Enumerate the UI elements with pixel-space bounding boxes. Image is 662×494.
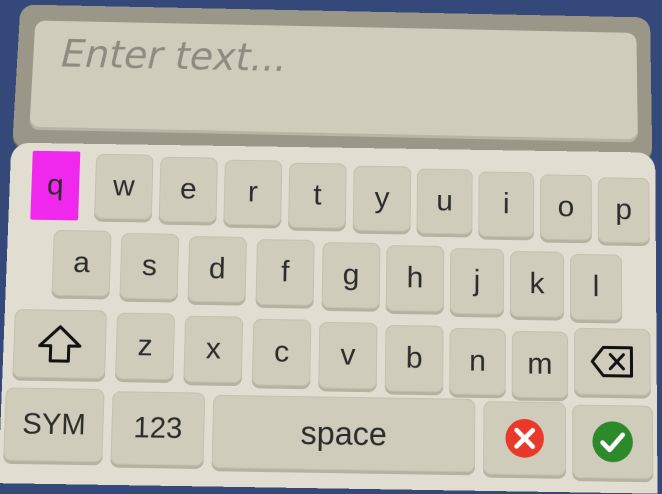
key-k[interactable]: k [510, 251, 564, 318]
text-input[interactable] [58, 31, 618, 88]
key-i[interactable]: i [478, 171, 534, 237]
key-s[interactable]: s [119, 233, 179, 300]
key-label: j [474, 264, 481, 298]
key-label: u [436, 185, 453, 219]
key-v[interactable]: v [318, 322, 377, 389]
key-label: g [343, 258, 360, 292]
key-label: d [209, 252, 226, 286]
key-label: t [313, 179, 322, 213]
backspace-key[interactable] [574, 328, 651, 396]
key-label: h [407, 261, 424, 295]
key-label: i [503, 188, 510, 222]
confirm-key[interactable] [572, 405, 653, 480]
key-label: a [73, 246, 91, 280]
checkmark-icon [591, 420, 634, 464]
key-n[interactable]: n [449, 328, 506, 395]
key-j[interactable]: j [450, 248, 504, 315]
space-key[interactable]: space [212, 395, 476, 473]
backspace-icon [590, 344, 634, 379]
text-input-panel [12, 5, 652, 161]
virtual-keyboard: q w e r t y u i o p a s d f g h j k l z … [0, 143, 658, 494]
key-g[interactable]: g [322, 242, 381, 309]
key-q[interactable]: q [30, 151, 80, 221]
key-y[interactable]: y [353, 166, 411, 232]
key-h[interactable]: h [386, 245, 445, 312]
key-label: e [180, 173, 197, 207]
cancel-key[interactable] [483, 401, 566, 476]
key-a[interactable]: a [51, 230, 111, 297]
key-c[interactable]: c [252, 319, 312, 386]
key-label: w [113, 170, 136, 204]
key-label: m [527, 347, 552, 382]
numbers-key[interactable]: 123 [110, 391, 205, 466]
key-label: z [137, 329, 153, 363]
text-input-field[interactable] [29, 20, 638, 142]
key-label: p [615, 193, 632, 227]
key-label: x [205, 332, 221, 366]
key-label: c [274, 335, 290, 369]
shift-key[interactable] [12, 309, 107, 379]
key-label: SYM [22, 408, 87, 443]
key-p[interactable]: p [598, 177, 650, 243]
key-label: l [593, 270, 600, 304]
key-label: s [141, 249, 157, 283]
shift-arrow-icon [35, 323, 85, 364]
key-label: space [300, 414, 387, 453]
key-u[interactable]: u [416, 169, 472, 235]
key-e[interactable]: e [159, 157, 218, 223]
sym-key[interactable]: SYM [3, 387, 104, 462]
key-o[interactable]: o [540, 174, 592, 240]
key-r[interactable]: r [223, 160, 282, 226]
key-label: f [281, 255, 290, 289]
key-label: y [374, 182, 389, 216]
key-l[interactable]: l [570, 254, 622, 321]
key-f[interactable]: f [256, 239, 315, 306]
key-label: q [46, 169, 64, 203]
key-b[interactable]: b [385, 325, 444, 392]
key-m[interactable]: m [512, 331, 568, 398]
key-z[interactable]: z [115, 313, 175, 380]
key-d[interactable]: d [187, 236, 246, 303]
key-label: r [248, 176, 259, 210]
key-label: v [340, 338, 356, 372]
key-label: b [406, 341, 423, 376]
key-w[interactable]: w [94, 154, 154, 220]
key-label: n [469, 344, 486, 379]
key-t[interactable]: t [288, 163, 347, 229]
key-label: 123 [133, 411, 183, 445]
key-x[interactable]: x [183, 316, 243, 383]
cancel-x-icon [504, 418, 545, 459]
key-label: o [558, 190, 575, 224]
key-label: k [529, 267, 544, 301]
